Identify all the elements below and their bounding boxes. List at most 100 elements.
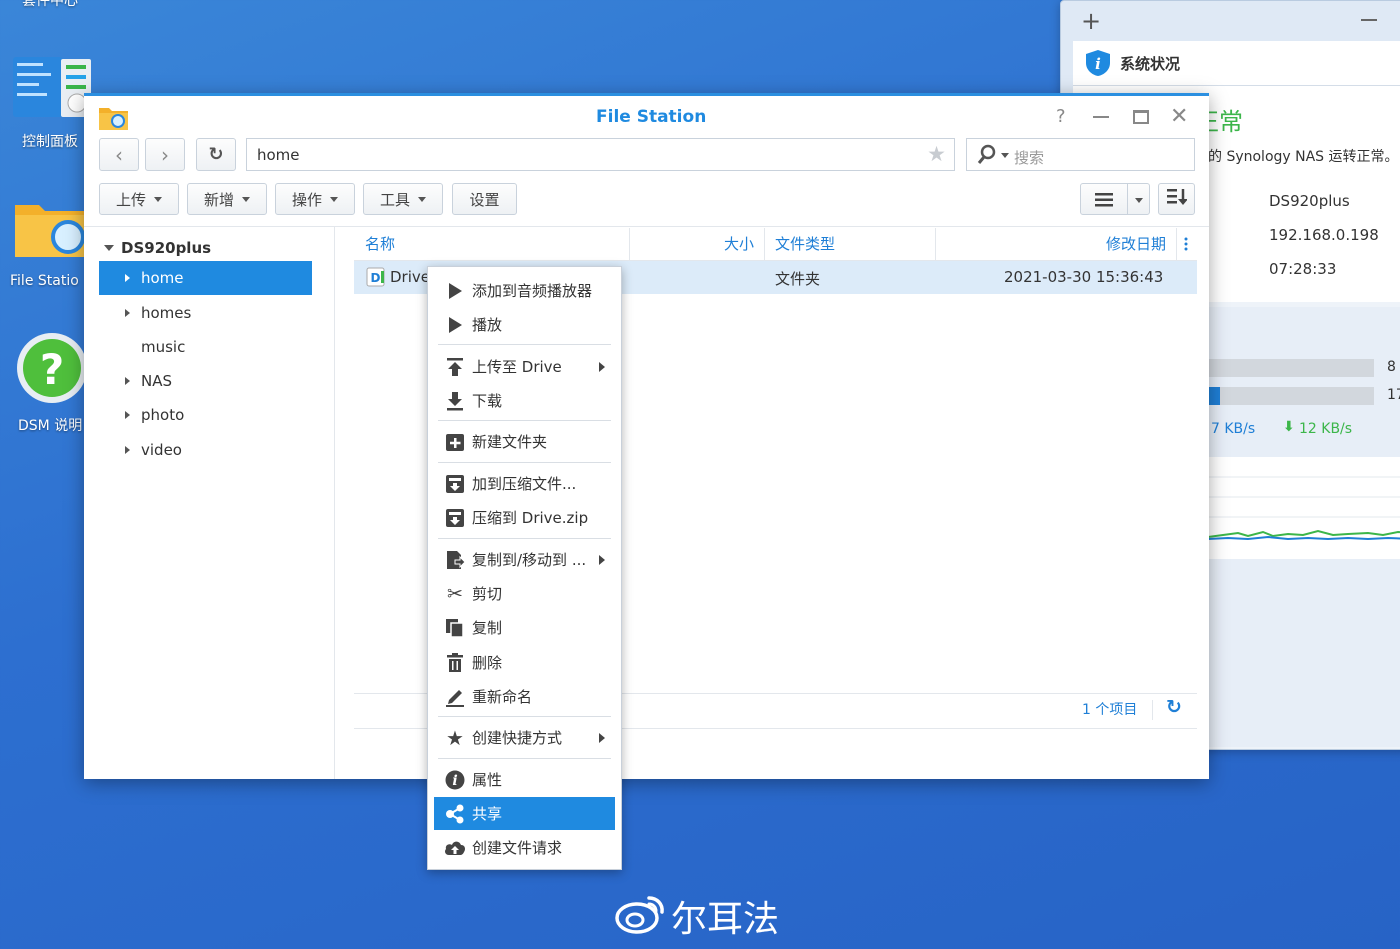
window-title: File Station: [596, 107, 707, 127]
forward-button[interactable]: ›: [145, 138, 185, 171]
network-graph: [1207, 457, 1400, 559]
view-mode-button[interactable]: [1080, 183, 1150, 215]
tree-expand-icon: [104, 245, 114, 251]
menu-item-new-folder[interactable]: 新建文件夹: [434, 425, 615, 458]
tree-item-home[interactable]: home: [99, 261, 312, 295]
file-station-window: File Station ? ✕ ‹ › ↻ home ★ 搜索 上传 新增 操…: [84, 93, 1209, 779]
minimize-button[interactable]: [1093, 116, 1109, 118]
svg-text:D: D: [371, 271, 381, 285]
tree-arrow-icon: [125, 274, 130, 282]
menu-item-rename[interactable]: 重新命名: [434, 680, 615, 713]
rename-icon: [444, 686, 466, 708]
svg-text:?: ?: [40, 345, 64, 394]
path-input[interactable]: home ★: [246, 138, 955, 171]
tree-item-video[interactable]: video: [99, 433, 312, 467]
chevron-right-icon: ›: [161, 142, 169, 167]
column-name[interactable]: 名称: [365, 228, 395, 260]
file-station-shortcut[interactable]: File Statio: [10, 195, 85, 295]
share-icon: [444, 803, 466, 825]
row-name: Drive: [390, 268, 430, 286]
tree-item-nas[interactable]: NAS: [99, 364, 312, 398]
play-icon: [444, 280, 466, 302]
search-placeholder: 搜索: [1014, 149, 1045, 167]
tree-item-music[interactable]: music: [99, 330, 312, 364]
archive-icon: [444, 507, 466, 529]
sort-icon: [1166, 188, 1188, 210]
context-menu: 添加到音频播放器 播放 上传至 Drive 下载 新建文件夹 加到压缩文件...…: [427, 266, 622, 870]
search-icon[interactable]: [977, 143, 997, 169]
view-dropdown-caret[interactable]: [1135, 198, 1143, 203]
tree-item-photo[interactable]: photo: [99, 398, 312, 432]
column-modified[interactable]: 修改日期: [1106, 228, 1166, 260]
shield-info-icon: i: [1085, 49, 1111, 81]
back-button[interactable]: ‹: [99, 138, 139, 171]
usage-bar-1: [1208, 359, 1374, 377]
tree-root[interactable]: DS920plus: [104, 235, 211, 261]
refresh-button[interactable]: ↻: [196, 138, 236, 171]
widget-minimize-icon[interactable]: [1361, 19, 1377, 21]
menu-item-create-shortcut[interactable]: ★ 创建快捷方式: [434, 721, 615, 754]
server-name: DS920plus: [1269, 192, 1350, 210]
menu-item-file-request[interactable]: 创建文件请求: [434, 831, 615, 864]
tree-arrow-icon: [125, 446, 130, 454]
svg-text:i: i: [1095, 55, 1101, 73]
widget-add-icon[interactable]: +: [1081, 7, 1101, 35]
tools-button[interactable]: 工具: [363, 183, 443, 215]
maximize-button[interactable]: [1133, 110, 1149, 124]
play-icon: [444, 314, 466, 336]
menu-item-play[interactable]: 播放: [434, 308, 615, 341]
weibo-logo-icon: [615, 892, 667, 940]
menu-item-properties[interactable]: i 属性: [434, 763, 615, 796]
dsm-help-label: DSM 说明: [18, 418, 83, 434]
search-dropdown-caret[interactable]: [1001, 153, 1009, 158]
desktop-top-label: 套件中心: [22, 0, 78, 9]
cloud-upload-icon: [444, 837, 466, 859]
scissors-icon: ✂: [447, 582, 463, 605]
menu-item-add-to-archive[interactable]: 加到压缩文件...: [434, 467, 615, 500]
menu-item-compress-zip[interactable]: 压缩到 Drive.zip: [434, 501, 615, 534]
drive-folder-icon: D: [366, 267, 386, 291]
upload-speed: 7 KB/s: [1211, 421, 1256, 437]
refresh-icon: ↻: [208, 144, 224, 165]
menu-item-cut[interactable]: ✂ 剪切: [434, 577, 615, 610]
column-type[interactable]: 文件类型: [775, 228, 835, 260]
menu-item-add-to-audio[interactable]: 添加到音频播放器: [434, 274, 615, 307]
action-button[interactable]: 操作: [275, 183, 355, 215]
tree-item-homes[interactable]: homes: [99, 296, 312, 330]
watermark: 尔耳法: [615, 890, 779, 942]
help-button[interactable]: ?: [1056, 106, 1066, 127]
copy-icon: [444, 617, 466, 639]
upload-button[interactable]: 上传: [99, 183, 179, 215]
settings-button[interactable]: 设置: [452, 183, 517, 215]
menu-item-share[interactable]: 共享: [434, 797, 615, 830]
sort-button[interactable]: [1158, 183, 1195, 215]
row-type: 文件夹: [775, 270, 821, 288]
widget-title: 系统状况: [1120, 55, 1181, 73]
column-options-icon[interactable]: [1184, 236, 1188, 251]
dsm-help-shortcut[interactable]: ? DSM 说明: [10, 330, 87, 440]
usage-bar-2-fill: [1208, 387, 1220, 405]
menu-item-upload-to-drive[interactable]: 上传至 Drive: [434, 350, 615, 383]
menu-item-download[interactable]: 下载: [434, 384, 615, 417]
favorite-star-icon[interactable]: ★: [927, 142, 946, 166]
list-view-icon: [1095, 193, 1115, 211]
chevron-left-icon: ‹: [115, 142, 123, 167]
path-text: home: [257, 146, 300, 164]
column-size[interactable]: 大小: [724, 228, 754, 260]
tree-arrow-icon: [125, 309, 130, 317]
menu-item-copy-move[interactable]: 复制到/移动到 ...: [434, 543, 615, 576]
file-station-desktop-label: File Statio: [10, 273, 79, 289]
close-button[interactable]: ✕: [1170, 104, 1188, 129]
server-ip: 192.168.0.198: [1269, 226, 1379, 244]
server-uptime: 07:28:33: [1269, 260, 1337, 278]
menu-item-copy[interactable]: 复制: [434, 611, 615, 644]
control-panel-shortcut[interactable]: 控制面板: [10, 55, 95, 155]
control-panel-label: 控制面板: [22, 134, 78, 150]
usage-value-1: 8: [1387, 359, 1396, 375]
create-button[interactable]: 新增: [187, 183, 267, 215]
footer-refresh-icon[interactable]: ↻: [1166, 696, 1182, 718]
widget-header: i 系统状况: [1073, 41, 1400, 86]
menu-item-delete[interactable]: 删除: [434, 646, 615, 679]
star-icon: ★: [446, 725, 464, 750]
search-input[interactable]: 搜索: [966, 138, 1195, 171]
